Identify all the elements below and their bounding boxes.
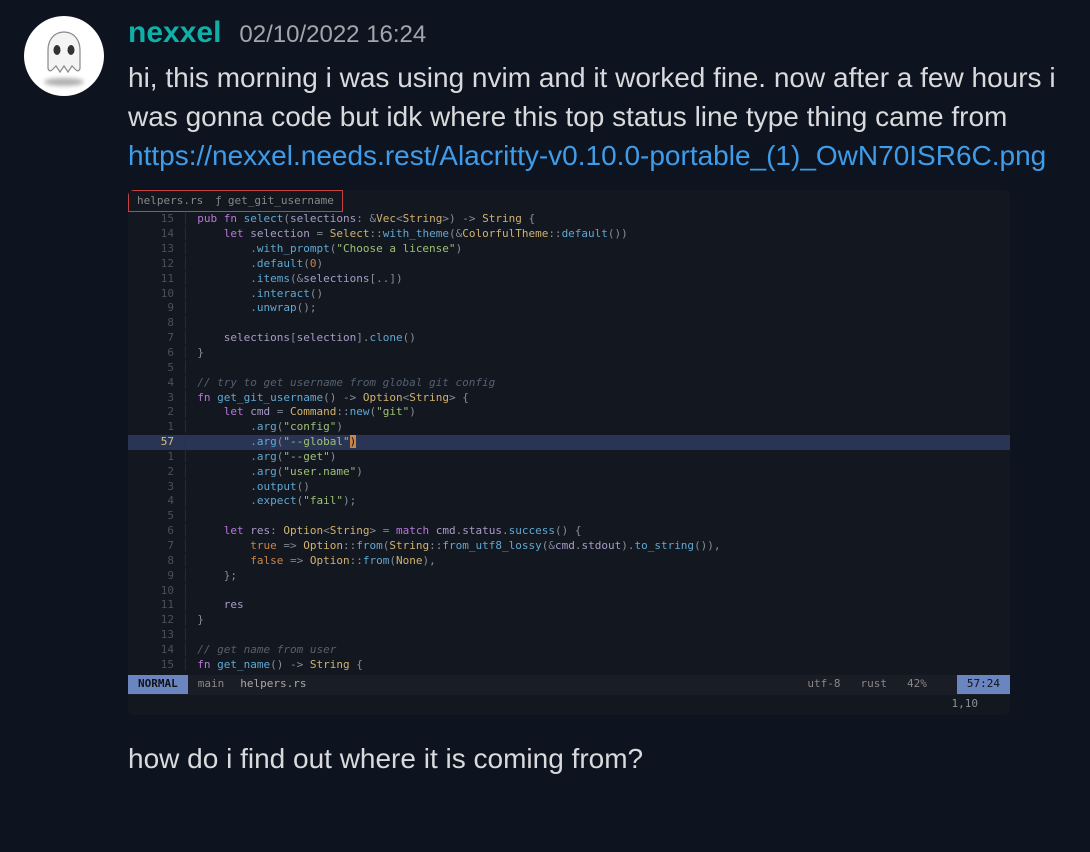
- code-line: 1│ .arg("config"): [128, 420, 1010, 435]
- code-line: 8│ false => Option::from(None),: [128, 554, 1010, 569]
- code-editor-body: 15│ pub fn select(selections: &Vec<Strin…: [128, 212, 1010, 672]
- code-line: 6│ let res: Option<String> = match cmd.s…: [128, 524, 1010, 539]
- code-line: 3│ .output(): [128, 480, 1010, 495]
- breadcrumb-function: get_git_username: [228, 194, 334, 209]
- code-line: 6│ }: [128, 346, 1010, 361]
- code-line: 4│ .expect("fail");: [128, 494, 1010, 509]
- code-line: 4│ // try to get username from global gi…: [128, 376, 1010, 391]
- statusline-file: helpers.rs: [234, 677, 312, 692]
- code-line: 7│ true => Option::from(String::from_utf…: [128, 539, 1010, 554]
- code-line: 7│ selections[selection].clone(): [128, 331, 1010, 346]
- code-line: 1│ .arg("--get"): [128, 450, 1010, 465]
- avatar[interactable]: [24, 16, 104, 96]
- function-icon: ƒ: [215, 194, 222, 209]
- statusline-mode: NORMAL: [128, 675, 188, 694]
- statusline-branch: main: [188, 677, 235, 692]
- command-line: 1,10: [128, 695, 1010, 716]
- message-body-1: hi, this morning i was using nvim and it…: [128, 58, 1066, 136]
- statusline-position: 57:24: [957, 675, 1010, 694]
- ghost-icon: [40, 28, 88, 84]
- code-line: 5│: [128, 509, 1010, 524]
- code-line: 9│ .unwrap();: [128, 301, 1010, 316]
- message-content: nexxel 02/10/2022 16:24 hi, this morning…: [128, 16, 1066, 779]
- code-line: 10│ .interact(): [128, 287, 1010, 302]
- code-line: 5│: [128, 361, 1010, 376]
- code-line: 14│ // get name from user: [128, 643, 1010, 658]
- message-timestamp: 02/10/2022 16:24: [239, 21, 426, 49]
- code-line: 15│ pub fn select(selections: &Vec<Strin…: [128, 212, 1010, 227]
- code-line: 13│ .with_prompt("Choose a license"): [128, 242, 1010, 257]
- statusline: NORMAL main helpers.rs utf-8 rust 42% 57…: [128, 675, 1010, 695]
- code-line: 11│ res: [128, 598, 1010, 613]
- breadcrumb-file: helpers.rs: [137, 194, 203, 209]
- statusline-language: rust: [851, 677, 898, 692]
- code-line: 2│ .arg("user.name"): [128, 465, 1010, 480]
- statusline-encoding: utf-8: [797, 677, 850, 692]
- message-body-2: how do i find out where it is coming fro…: [128, 739, 1066, 778]
- code-screenshot-embed[interactable]: helpers.rs ƒ get_git_username 15│ pub fn…: [128, 190, 1010, 716]
- message-link[interactable]: https://nexxel.needs.rest/Alacritty-v0.1…: [128, 136, 1066, 175]
- code-line: 12│ }: [128, 613, 1010, 628]
- statusline-percent: 42%: [897, 677, 937, 692]
- code-line: 9│ };: [128, 569, 1010, 584]
- code-line: 13│: [128, 628, 1010, 643]
- code-line: 14│ let selection = Select::with_theme(&…: [128, 227, 1010, 242]
- message-header: nexxel 02/10/2022 16:24: [128, 16, 1066, 50]
- code-line: 57│ .arg("--global"): [128, 435, 1010, 450]
- code-line: 12│ .default(0): [128, 257, 1010, 272]
- code-line: 8│: [128, 316, 1010, 331]
- code-line: 10│: [128, 584, 1010, 599]
- author-name[interactable]: nexxel: [128, 16, 221, 50]
- code-line: 11│ .items(&selections[..]): [128, 272, 1010, 287]
- code-line: 15│ fn get_name() -> String {: [128, 658, 1010, 673]
- code-line: 3│ fn get_git_username() -> Option<Strin…: [128, 391, 1010, 406]
- code-line: 2│ let cmd = Command::new("git"): [128, 405, 1010, 420]
- winbar-breadcrumb: helpers.rs ƒ get_git_username: [128, 190, 343, 213]
- chat-message: nexxel 02/10/2022 16:24 hi, this morning…: [0, 0, 1090, 779]
